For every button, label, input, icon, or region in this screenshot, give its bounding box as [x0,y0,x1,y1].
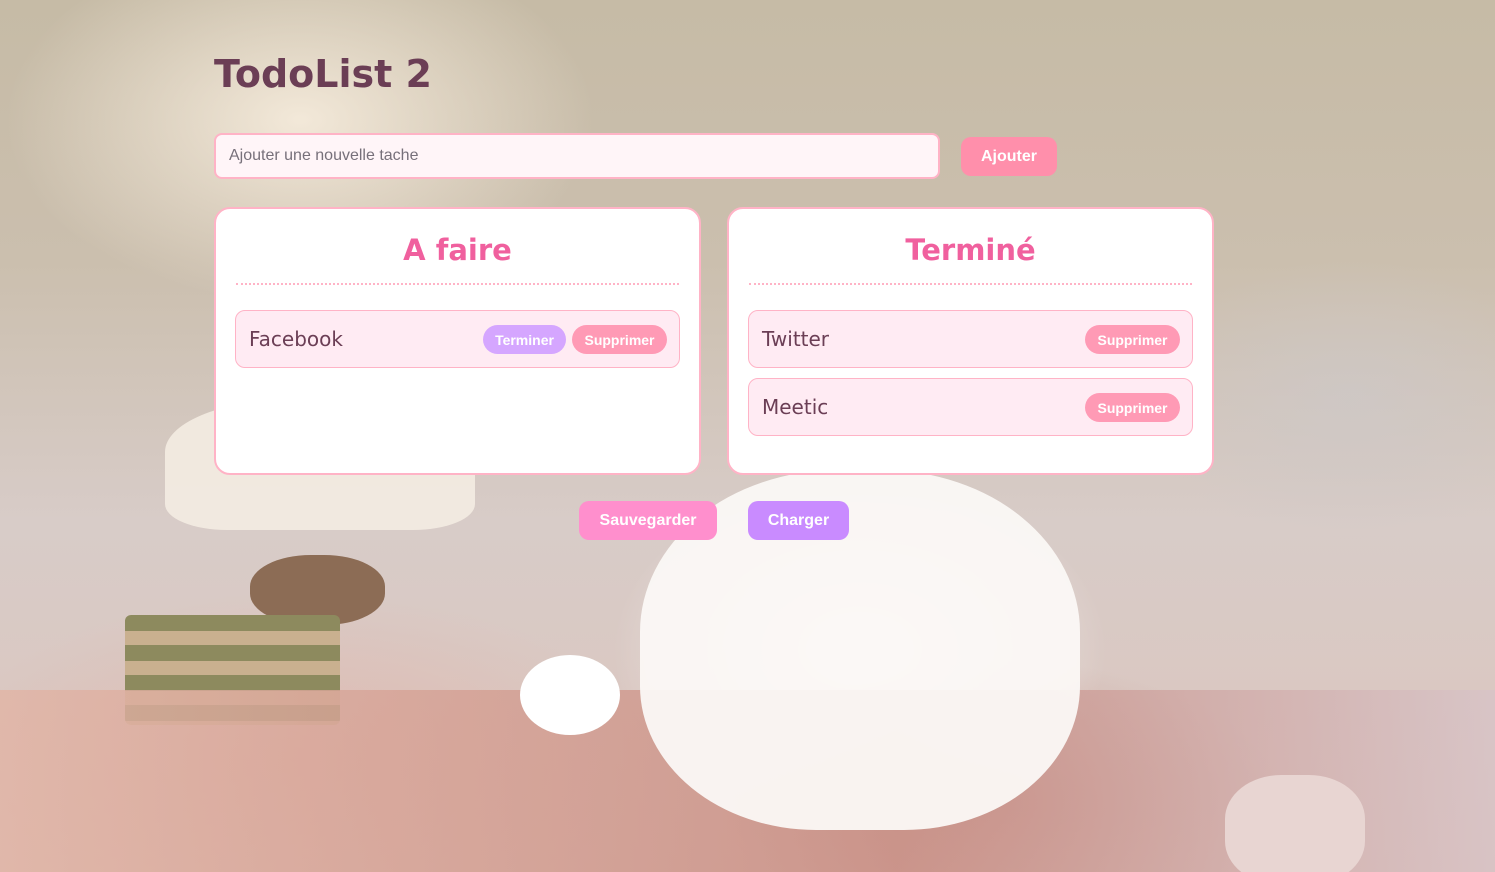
new-task-input[interactable] [214,133,940,179]
task-label: Facebook [249,327,343,351]
finish-task-button[interactable]: Terminer [483,325,566,354]
todo-task-item: Facebook Terminer Supprimer [235,310,680,368]
task-label: Twitter [762,327,830,351]
load-button[interactable]: Charger [748,501,849,540]
done-column: Terminé Twitter Supprimer Meetic Supprim… [727,207,1214,475]
cup-illustration [1225,775,1365,872]
delete-task-button[interactable]: Supprimer [1085,325,1180,354]
task-label: Meetic [762,395,829,419]
add-task-button[interactable]: Ajouter [961,137,1057,176]
done-task-item: Twitter Supprimer [748,310,1193,368]
todo-column: A faire Facebook Terminer Supprimer [214,207,701,475]
todo-column-title: A faire [236,229,679,285]
done-task-item: Meetic Supprimer [748,378,1193,436]
mouse-illustration [520,655,620,735]
page-title: TodoList 2 [214,52,432,96]
save-button[interactable]: Sauvegarder [579,501,717,540]
delete-task-button[interactable]: Supprimer [1085,393,1180,422]
delete-task-button[interactable]: Supprimer [572,325,667,354]
done-column-title: Terminé [749,229,1192,285]
